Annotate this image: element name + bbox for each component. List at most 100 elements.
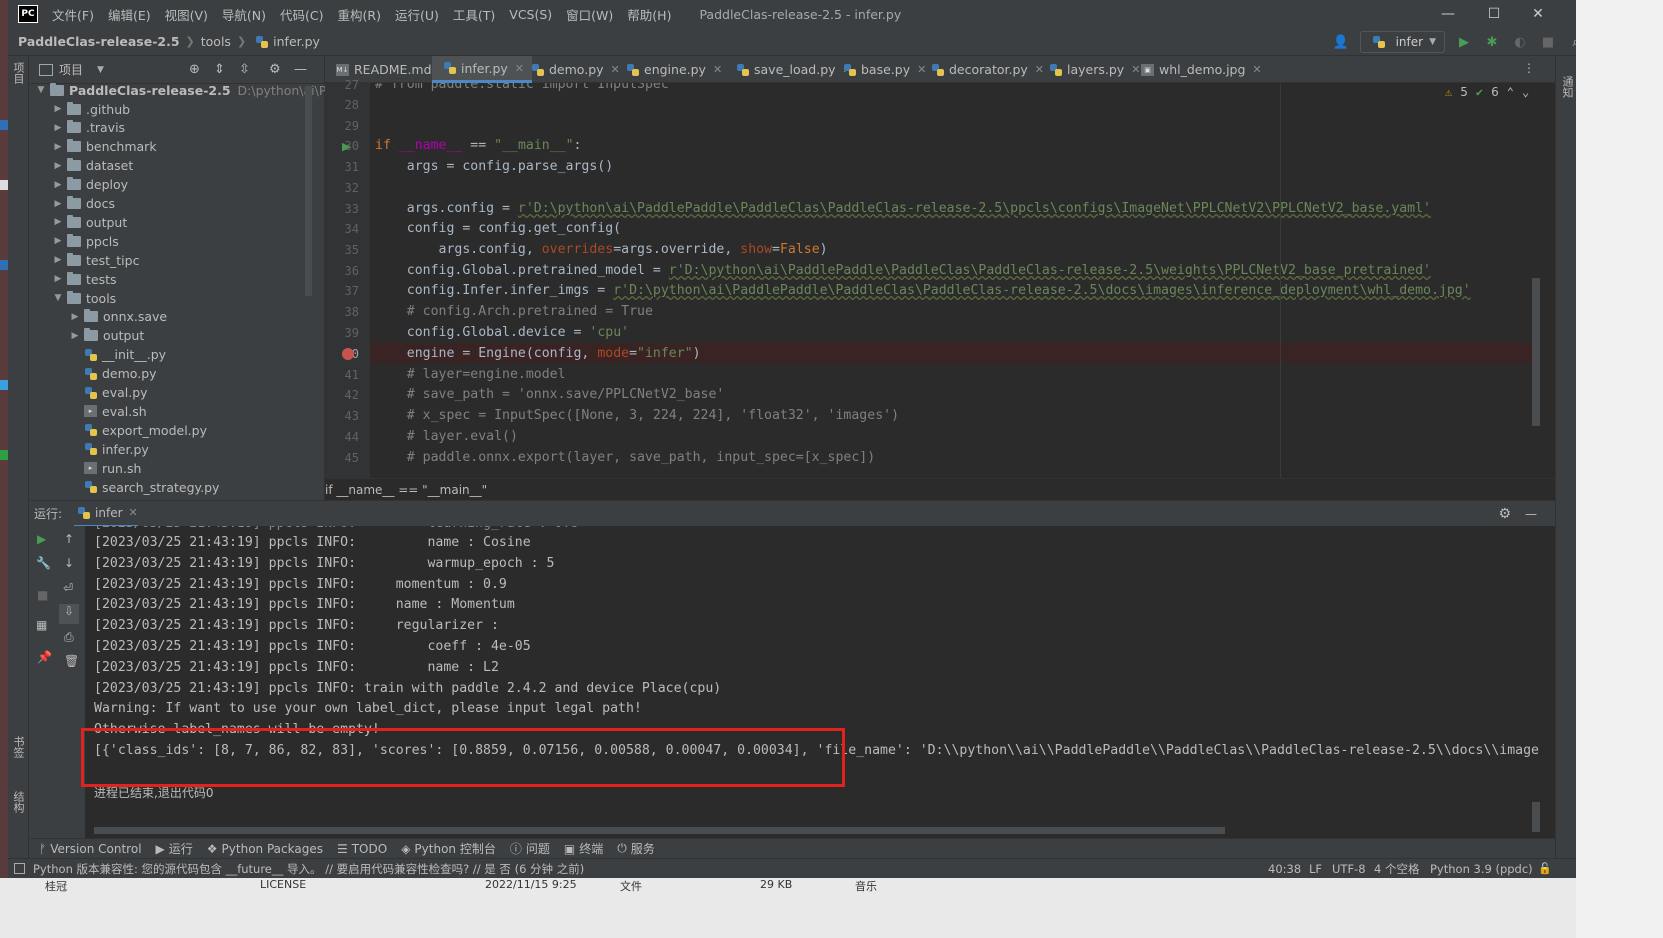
tree-item[interactable]: ▶ deploy — [52, 175, 128, 195]
lock-icon[interactable]: 🔓 — [1538, 862, 1552, 875]
tree-item[interactable]: ▸ eval.sh — [69, 401, 147, 421]
expand-all-icon[interactable]: ⇕ — [214, 62, 225, 77]
editor-breadcrumb[interactable]: if __name__ == "__main__" — [325, 478, 1555, 500]
tab-decorator[interactable]: decorator.py ✕ — [920, 56, 1052, 83]
pin-icon[interactable]: 📌 — [37, 650, 52, 664]
maximize-button[interactable]: ☐ — [1472, 0, 1516, 28]
wrench-icon[interactable]: 🔧 — [36, 556, 51, 570]
tab-engine[interactable]: engine.py ✕ — [615, 56, 730, 83]
tree-item[interactable]: ▶ docs — [52, 194, 115, 214]
trash-icon[interactable]: 🗑 — [64, 654, 79, 668]
chevron-up-icon[interactable]: ⌃ — [1507, 85, 1514, 99]
minimize-button[interactable]: — — [1426, 0, 1470, 28]
chevron-down-icon[interactable]: ▼ — [97, 65, 104, 75]
print-icon[interactable]: ⎙ — [64, 630, 74, 645]
collapse-all-icon[interactable]: ⇳ — [239, 62, 250, 77]
tab-demo[interactable]: demo.py ✕ — [520, 56, 628, 83]
menu-edit[interactable]: 编辑(E) — [108, 5, 151, 24]
tree-item[interactable]: ▶ onnx.save — [69, 307, 167, 327]
menu-help[interactable]: 帮助(H) — [627, 5, 671, 24]
arrow-up-icon[interactable]: ↑ — [64, 532, 74, 546]
toggle-tool-windows-icon[interactable] — [14, 863, 25, 874]
menu-vcs[interactable]: VCS(S) — [509, 7, 552, 22]
close-button[interactable]: ✕ — [1516, 0, 1560, 28]
tree-item[interactable]: ▶ output — [69, 326, 144, 346]
inspection-widget[interactable]: ⚠ 5 ✔ 6 ⌃ ⌄ — [1445, 85, 1529, 99]
tree-item[interactable]: ▶ tests — [52, 269, 117, 289]
tool-terminal[interactable]: ▣ 终端 — [564, 840, 603, 857]
project-panel-title[interactable]: 项目 — [59, 61, 83, 78]
tool-problems[interactable]: ⓘ 问题 — [510, 840, 550, 857]
project-tool-tab[interactable]: 项目 — [11, 62, 26, 84]
file-encoding[interactable]: UTF-8 — [1332, 862, 1366, 876]
tree-item[interactable]: infer.py — [69, 439, 149, 459]
tree-item[interactable]: ▸ run.sh — [69, 458, 141, 478]
tree-item[interactable]: ▼ tools — [52, 288, 116, 308]
gear-icon[interactable]: ⚙ — [269, 62, 281, 77]
gear-icon[interactable]: ⚙ — [1498, 506, 1511, 522]
tab-whl-demo[interactable]: ▣ whl_demo.jpg ✕ — [1130, 56, 1270, 83]
chevron-down-icon[interactable]: ⌄ — [1522, 85, 1529, 99]
hide-panel-icon[interactable]: — — [294, 62, 307, 77]
console-horizontal-scrollbar[interactable] — [94, 827, 1225, 834]
menu-navigate[interactable]: 导航(N) — [222, 5, 266, 24]
editor-scrollbar[interactable] — [1532, 278, 1540, 426]
tool-python-packages[interactable]: ❖ Python Packages — [207, 842, 323, 856]
user-icon[interactable]: 👤 — [1332, 33, 1350, 51]
tree-item[interactable]: ▶ output — [52, 212, 127, 232]
tree-item[interactable]: search_strategy.py — [69, 477, 219, 497]
menu-code[interactable]: 代码(C) — [280, 5, 323, 24]
tree-item[interactable]: ▶ .travis — [52, 118, 125, 138]
scroll-to-end-icon[interactable]: ⇩ — [59, 604, 79, 624]
coverage-icon[interactable]: ◐ — [1511, 33, 1529, 51]
tool-run[interactable]: ▶ 运行 — [156, 840, 193, 857]
line-separator[interactable]: LF — [1309, 862, 1322, 876]
tool-version-control[interactable]: ᚠ Version Control — [39, 842, 142, 856]
menu-refactor[interactable]: 重构(R) — [338, 5, 381, 24]
menu-tools[interactable]: 工具(T) — [453, 5, 495, 24]
tool-todo[interactable]: ☰ TODO — [337, 842, 387, 856]
tree-item[interactable]: ▶ .github — [52, 99, 130, 119]
structure-tool-tab[interactable]: 结构 — [11, 791, 26, 813]
arrow-down-icon[interactable]: ↓ — [64, 556, 74, 570]
tree-item[interactable]: ▶ ppcls — [52, 231, 119, 251]
stop-icon[interactable]: ■ — [1539, 33, 1557, 51]
locate-icon[interactable]: ⊕ — [189, 62, 200, 77]
tree-item[interactable]: demo.py — [69, 364, 157, 384]
menu-file[interactable]: 文件(F) — [52, 5, 94, 24]
breakpoint-icon[interactable] — [342, 348, 354, 360]
close-icon[interactable]: ✕ — [1252, 63, 1261, 76]
run-tab-infer[interactable]: infer ✕ — [74, 501, 138, 527]
tree-item[interactable]: ▶ benchmark — [52, 137, 157, 157]
more-tabs-icon[interactable]: ⋮ — [1523, 61, 1535, 75]
tab-base[interactable]: base.py ✕ — [832, 56, 934, 83]
close-icon[interactable]: ✕ — [713, 63, 722, 76]
menu-window[interactable]: 窗口(W) — [566, 5, 613, 24]
tree-item[interactable]: export_model.py — [69, 420, 207, 440]
hide-panel-icon[interactable]: — — [1525, 507, 1537, 521]
run-config-selector[interactable]: infer ▼ — [1359, 31, 1445, 53]
run-gutter-icon[interactable]: ▶ — [342, 140, 350, 153]
tree-item[interactable]: ▶ dataset — [52, 156, 133, 176]
bookmarks-tool-tab[interactable]: 书签 — [11, 736, 26, 758]
python-interpreter[interactable]: Python 3.9 (ppdc) — [1430, 862, 1533, 876]
soft-wrap-icon[interactable]: ⏎ — [63, 581, 73, 595]
menu-view[interactable]: 视图(V) — [165, 5, 208, 24]
tree-item[interactable]: ▶ test_tipc — [52, 250, 139, 270]
console-vertical-scrollbar[interactable] — [1532, 802, 1540, 832]
breadcrumb-tools[interactable]: tools — [201, 34, 231, 49]
menu-run[interactable]: 运行(U) — [395, 5, 439, 24]
notifications-tool-tab[interactable]: 通知 — [1559, 76, 1575, 98]
run-console-output[interactable]: [2023/03/25 21:43:19] ppcls INFO: learni… — [85, 526, 1540, 838]
vertical-scrollbar[interactable] — [305, 86, 312, 296]
tool-services[interactable]: ⏻ 服务 — [617, 840, 655, 857]
debug-icon[interactable]: ✱ — [1483, 33, 1501, 51]
run-icon[interactable]: ▶ — [1455, 33, 1473, 51]
breadcrumb-project[interactable]: PaddleClas-release-2.5 — [18, 34, 180, 49]
tree-item[interactable]: __init__.py — [69, 345, 166, 365]
rerun-icon[interactable]: ▶ — [37, 532, 46, 546]
stop-icon[interactable]: ■ — [37, 588, 48, 602]
caret-position[interactable]: 40:38 — [1268, 862, 1301, 876]
breadcrumb-file[interactable]: infer.py — [273, 34, 320, 49]
tree-item[interactable]: eval.py — [69, 383, 148, 403]
